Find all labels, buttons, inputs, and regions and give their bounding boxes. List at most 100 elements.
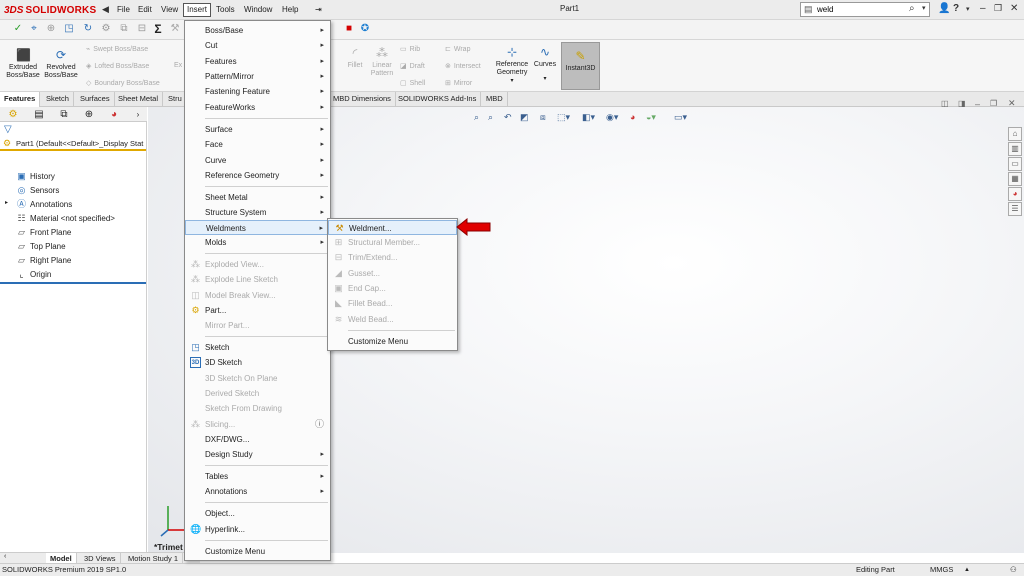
tree-item-annotations[interactable]: Ⓐ Annotations <box>16 197 72 211</box>
insert-features[interactable]: Features ▸ <box>185 54 330 69</box>
insert-pattern-mirror[interactable]: Pattern/Mirror ▸ <box>185 69 330 84</box>
extruded-boss-button[interactable]: ⬛ Extruded Boss/Base <box>4 48 42 80</box>
insert-cut[interactable]: Cut ▸ <box>185 38 330 53</box>
mirror-button[interactable]: ⊞ Mirror <box>445 79 472 87</box>
insert-sheet-metal[interactable]: Sheet Metal ▸ <box>185 190 330 205</box>
rotate-icon[interactable]: ↻ <box>82 23 94 35</box>
fillet-button[interactable]: ◜ Fillet <box>344 46 366 70</box>
dynamic-annotation-icon[interactable]: ⧈ <box>540 112 546 123</box>
menu-view[interactable]: View <box>158 3 181 17</box>
swept-boss-button[interactable]: ⌁ Swept Boss/Base <box>86 45 148 53</box>
search-input[interactable] <box>817 5 907 14</box>
curves-button[interactable]: ∿ Curves ▾ <box>533 45 557 83</box>
insert-face[interactable]: Face ▸ <box>185 137 330 152</box>
display-manager-tab-icon[interactable]: ◕ <box>107 108 121 121</box>
insert-weldments[interactable]: Weldments ▸ <box>185 220 330 235</box>
view-orientation-icon[interactable]: ⬚▾ <box>557 112 570 123</box>
boundary-boss-button[interactable]: ◇ Boundary Boss/Base <box>86 79 160 87</box>
end-cap-item[interactable]: ▣ End Cap... <box>328 281 457 296</box>
insert-derived-sketch[interactable]: Derived Sketch <box>185 386 330 401</box>
tab-sketch[interactable]: Sketch <box>42 92 74 107</box>
tab-surfaces[interactable]: Surfaces <box>76 92 115 107</box>
tools-icon[interactable]: ⚒ <box>169 23 181 35</box>
tree-item-right-plane[interactable]: ▱ Right Plane <box>16 253 71 267</box>
insert-hyperlink[interactable]: 🌐 Hyperlink... <box>185 522 330 537</box>
fillet-bead-item[interactable]: ◣ Fillet Bead... <box>328 296 457 311</box>
configuration-manager-tab-icon[interactable]: ⧉ <box>57 108 71 121</box>
insert-slicing[interactable]: ⁂ Slicing... ⓘ <box>185 417 330 432</box>
insert-model-break-view[interactable]: ◫ Model Break View... <box>185 288 330 303</box>
linear-pattern-button[interactable]: ⁂ Linear Pattern <box>368 46 396 78</box>
tab-features[interactable]: Features <box>0 92 41 107</box>
insert-reference-geometry[interactable]: Reference Geometry ▸ <box>185 168 330 183</box>
units-selector[interactable]: MMGS <box>930 564 953 576</box>
revolved-boss-button[interactable]: ⟳ Revolved Boss/Base <box>42 48 80 80</box>
status-info-icon[interactable]: ⚇ <box>1010 564 1017 576</box>
close-icon[interactable]: ✕ <box>1010 3 1018 14</box>
zoom-area-icon[interactable]: ⌕ <box>488 112 493 123</box>
tree-item-history[interactable]: ▣ History <box>16 169 55 183</box>
display-style-icon[interactable]: ◧▾ <box>582 112 595 123</box>
weldment-item[interactable]: ⚒ Weldment... <box>328 220 457 235</box>
help-dropdown-icon[interactable]: ▾ <box>966 5 970 13</box>
resources-icon[interactable]: ⌂ <box>1008 127 1022 141</box>
tree-item-sensors[interactable]: ◎ Sensors <box>16 183 60 197</box>
custom-properties-icon[interactable]: ☰ <box>1008 202 1022 216</box>
insert-3d-sketch-on-plane[interactable]: 3D Sketch On Plane <box>185 371 330 386</box>
insert-boss-base[interactable]: Boss/Base ▸ <box>185 23 330 38</box>
relations-icon[interactable]: ⊟ <box>136 23 148 35</box>
menu-window[interactable]: Window <box>241 3 275 17</box>
insert-mirror-part[interactable]: Mirror Part... <box>185 318 330 333</box>
rollback-bar[interactable] <box>0 282 146 284</box>
gusset-item[interactable]: ◢ Gusset... <box>328 266 457 281</box>
appearances-icon[interactable]: ◕ <box>1008 187 1022 201</box>
user-icon[interactable]: 👤 <box>938 3 950 14</box>
rib-button[interactable]: ▭ Rib <box>400 45 420 53</box>
previous-view-icon[interactable]: ↶ <box>504 112 512 123</box>
apply-scene-icon[interactable]: ◒▾ <box>646 112 656 123</box>
tree-item-material[interactable]: ☷ Material <not specified> <box>16 211 114 225</box>
menu-insert[interactable]: Insert <box>183 3 212 17</box>
insert-annotations[interactable]: Annotations ▸ <box>185 484 330 499</box>
insert-dxf-dwg[interactable]: DXF/DWG... <box>185 432 330 447</box>
insert-fastening-feature[interactable]: Fastening Feature ▸ <box>185 84 330 99</box>
smart-dimension-icon[interactable]: ⌖ <box>28 23 40 35</box>
units-dropdown-icon[interactable]: ▲ <box>964 564 970 576</box>
wrap-button[interactable]: ⊏ Wrap <box>445 45 470 53</box>
annotations-expand-icon[interactable]: ▸ <box>5 199 8 206</box>
weldments-customize-menu[interactable]: Customize Menu <box>328 334 457 349</box>
feature-manager-tab-icon[interactable]: ⚙ <box>6 108 20 121</box>
lofted-boss-button[interactable]: ◈ Lofted Boss/Base <box>86 62 149 70</box>
tree-item-origin[interactable]: ⌞ Origin <box>16 267 51 281</box>
edit-appearance-icon[interactable]: ◕ <box>630 112 635 122</box>
insert-explode-line-sketch[interactable]: ⁂ Explode Line Sketch <box>185 272 330 287</box>
insert-exploded-view[interactable]: ⁂ Exploded View... <box>185 257 330 272</box>
options-icon[interactable]: ⚙ <box>100 23 112 35</box>
panel-scroll-right-icon[interactable]: › <box>131 108 145 121</box>
options-gear-icon[interactable]: ✪ <box>359 23 371 35</box>
tree-item-top-plane[interactable]: ▱ Top Plane <box>16 239 66 253</box>
extruded-cut-partial[interactable]: Ex <box>174 62 182 69</box>
menu-help[interactable]: Help <box>279 3 301 17</box>
search-icon[interactable]: ⌕ <box>909 3 915 14</box>
insert-sketch[interactable]: ◳ Sketch <box>185 340 330 355</box>
sketch-icon[interactable]: ◳ <box>63 23 75 35</box>
insert-part[interactable]: ⚙ Part... <box>185 303 330 318</box>
zoom-to-fit-icon[interactable]: ⌕ <box>474 112 479 123</box>
hide-show-icon[interactable]: ◉▾ <box>606 112 618 123</box>
tree-item-front-plane[interactable]: ▱ Front Plane <box>16 225 71 239</box>
stop-icon[interactable]: ■ <box>343 23 355 35</box>
shell-button[interactable]: ▢ Shell <box>400 79 425 87</box>
design-library-icon[interactable]: ▥ <box>1008 142 1022 156</box>
insert-object[interactable]: Object... <box>185 506 330 521</box>
menu-collapse-icon[interactable]: ◀ <box>102 4 109 15</box>
filter-icon[interactable]: ▽ <box>4 124 12 135</box>
insert-molds[interactable]: Molds ▸ <box>185 235 330 250</box>
pin-icon[interactable]: ⇥ <box>312 3 325 17</box>
insert-sketch-from-drawing[interactable]: Sketch From Drawing <box>185 401 330 416</box>
viewport-restore-icon[interactable]: ❐ <box>990 99 997 108</box>
insert-tables[interactable]: Tables ▸ <box>185 469 330 484</box>
tree-root-row[interactable]: ⚙ Part1 (Default<<Default>_Display Stat <box>0 137 146 151</box>
menu-edit[interactable]: Edit <box>135 3 155 17</box>
search-box[interactable]: ▤ ⌕ ▾ <box>800 2 930 17</box>
